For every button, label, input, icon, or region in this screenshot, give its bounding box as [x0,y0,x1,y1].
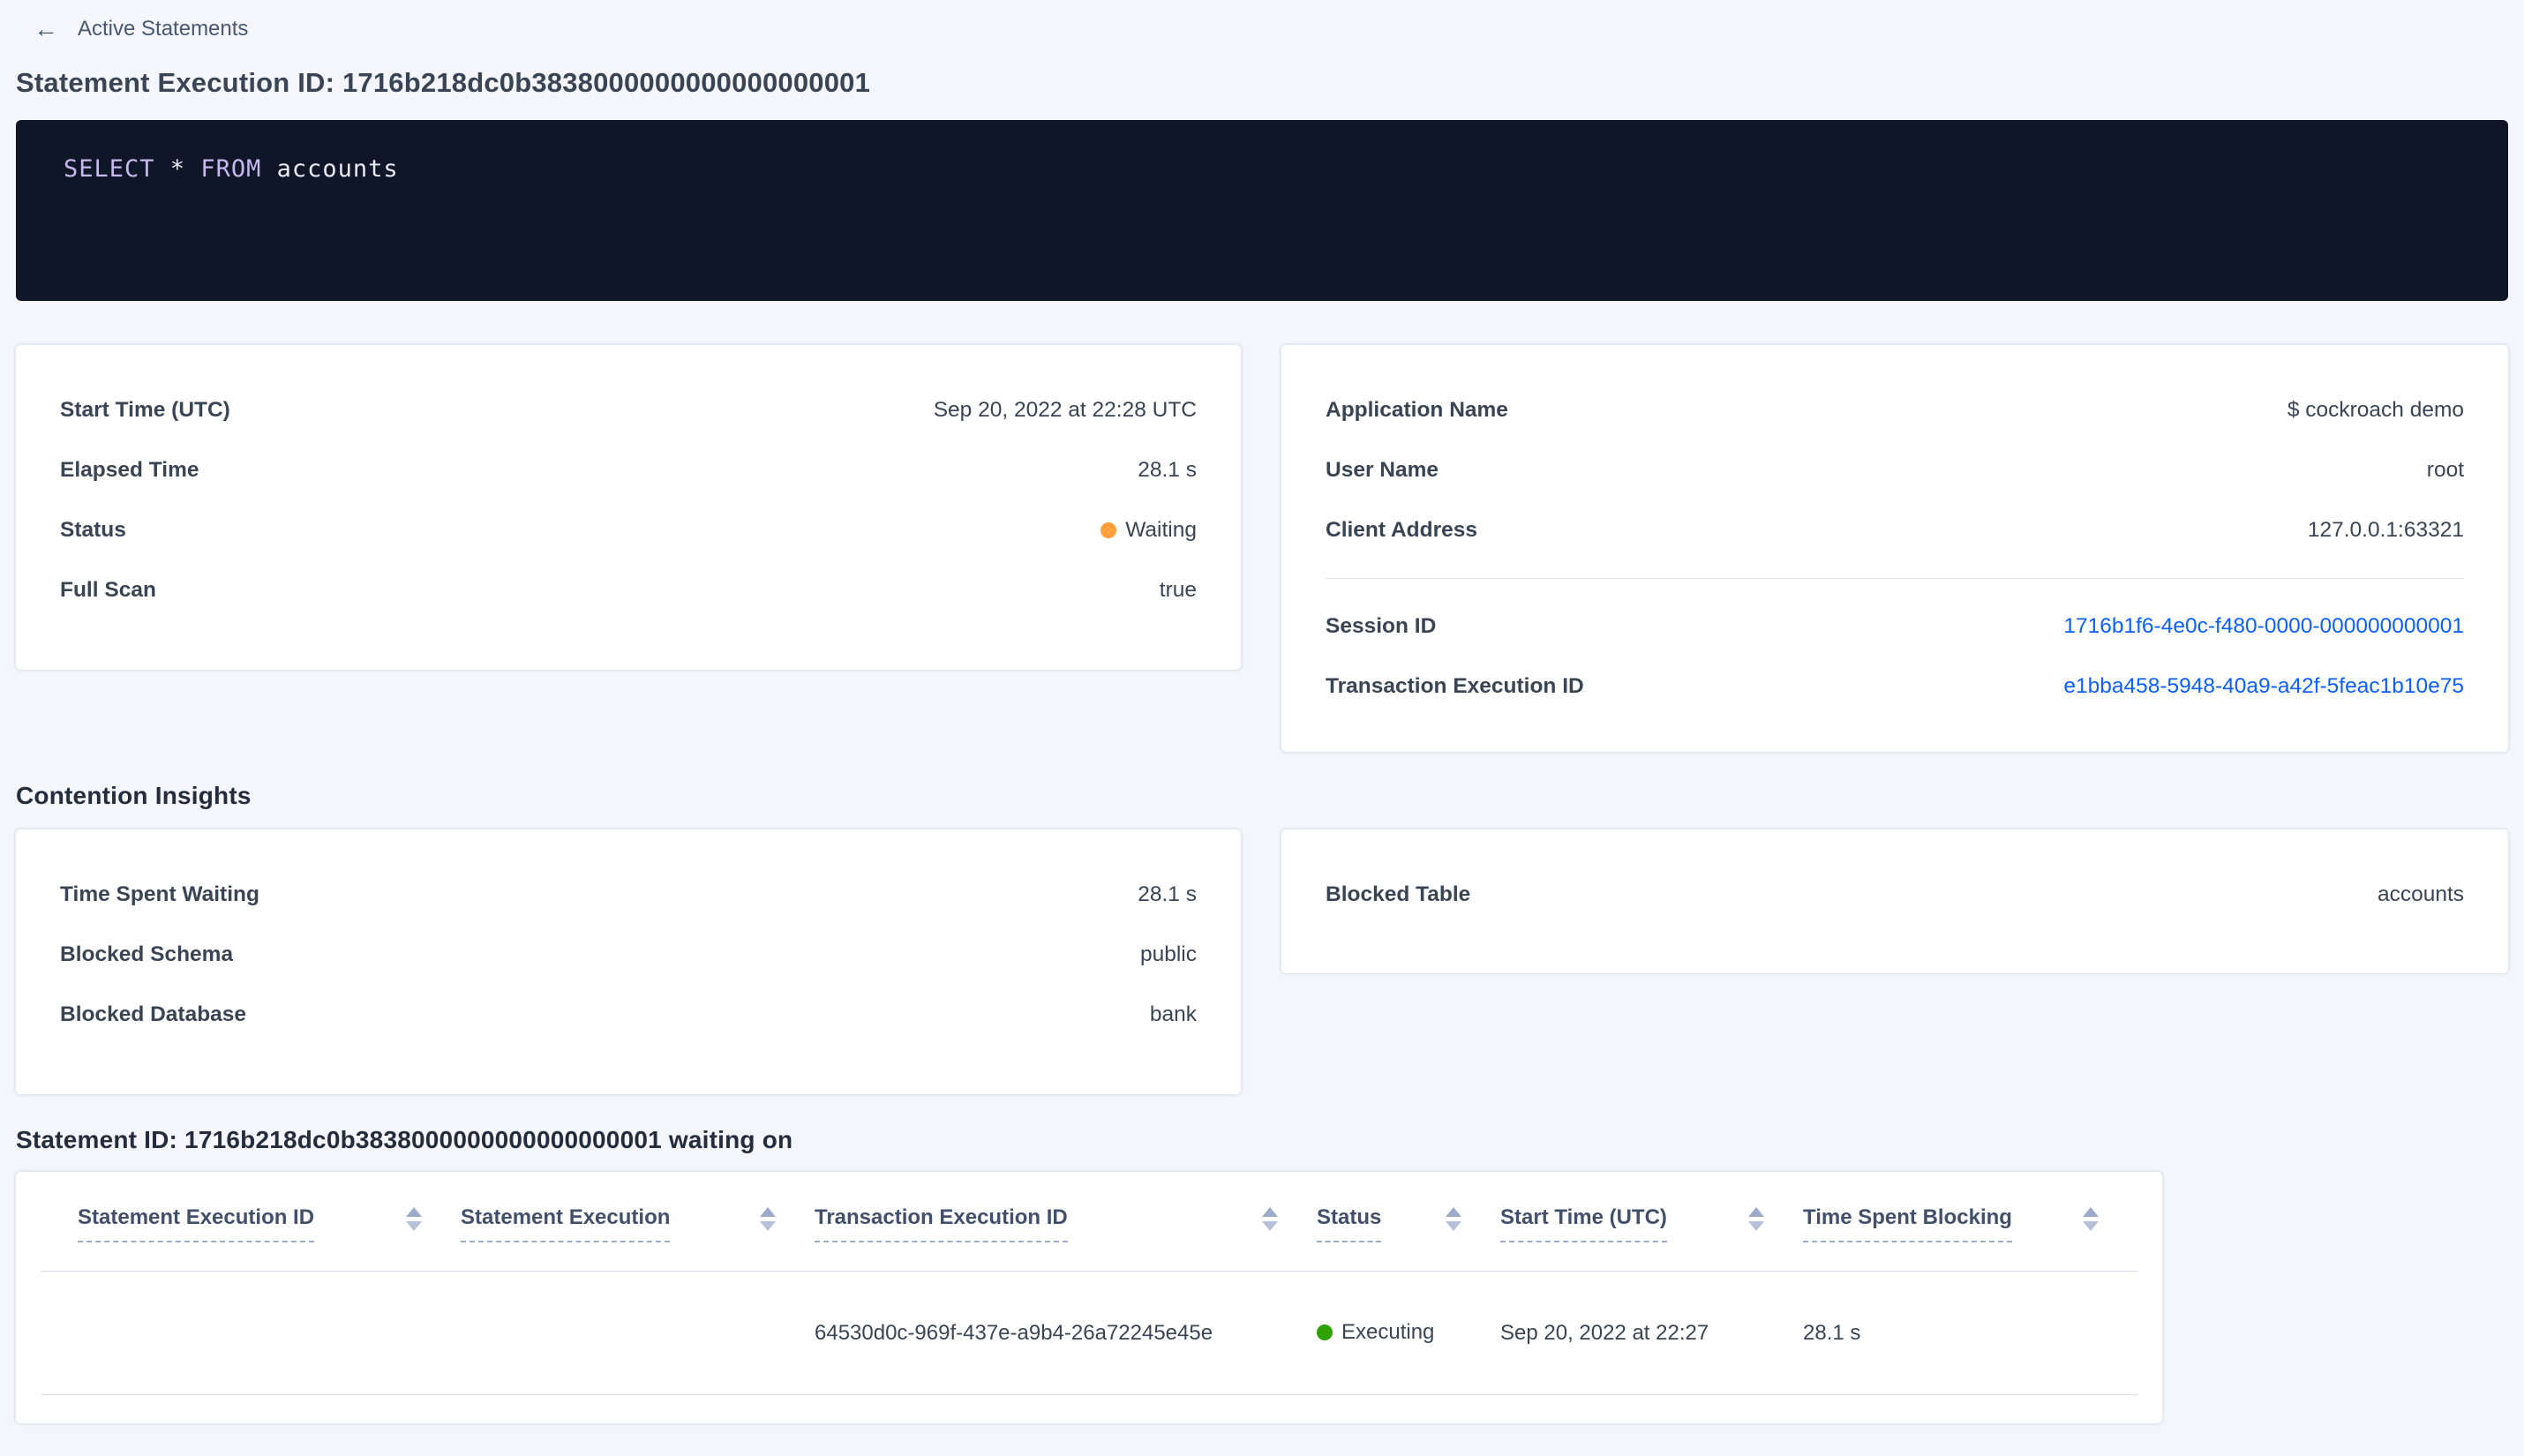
session-details-card: Application Name $ cockroach demo User N… [1281,345,2508,752]
overview-cards-row: Start Time (UTC) Sep 20, 2022 at 22:28 U… [16,345,2508,752]
user-name-value: root [2426,458,2464,482]
info-row-application-name: Application Name $ cockroach demo [1326,380,2464,440]
contention-insights-heading: Contention Insights [16,782,252,809]
info-row-elapsed-time: Elapsed Time 28.1 s [60,440,1197,500]
column-header-transaction-execution-id[interactable]: Transaction Execution ID [815,1205,1317,1271]
cell-status-value: Executing [1341,1319,1435,1344]
card-divider [1326,578,2464,579]
session-id-label: Session ID [1326,614,1437,638]
column-header-label[interactable]: Start Time (UTC) [1500,1205,1667,1242]
blocked-table-value: accounts [2377,882,2464,906]
sql-keyword-select: SELECT [64,155,155,183]
info-row-time-spent-waiting: Time Spent Waiting 28.1 s [60,865,1197,925]
application-name-value: $ cockroach demo [2287,398,2464,422]
status-value: Waiting [1125,518,1197,542]
cell-status: Executing [1317,1320,1500,1347]
info-row-full-scan: Full Scan true [60,560,1197,620]
column-header-start-time[interactable]: Start Time (UTC) [1500,1205,1803,1271]
sql-statement-box: SELECT * FROM accounts [16,120,2508,301]
client-address-label: Client Address [1326,518,1477,542]
transaction-execution-id-link[interactable]: e1bba458-5948-40a9-a42f-5feac1b10e75 [2063,674,2464,699]
page: Active Statements Statement Execution ID… [0,0,2524,1456]
column-header-label[interactable]: Status [1317,1205,1382,1242]
blocked-table-card: Blocked Table accounts [1281,829,2508,973]
execution-details-card: Start Time (UTC) Sep 20, 2022 at 22:28 U… [16,345,1241,670]
cell-transaction-execution-id: 64530d0c-969f-437e-a9b4-26a72245e45e [815,1320,1213,1345]
info-row-blocked-schema: Blocked Schema public [60,925,1197,985]
start-time-label: Start Time (UTC) [60,398,230,422]
blocked-database-label: Blocked Database [60,1002,247,1026]
sql-table-name: accounts [261,155,399,183]
sort-arrows-icon[interactable] [760,1207,776,1231]
transaction-execution-id-label: Transaction Execution ID [1326,674,1584,698]
blocked-schema-value: public [1139,942,1197,966]
info-row-blocked-database: Blocked Database bank [60,985,1197,1045]
column-header-statement-execution[interactable]: Statement Execution [461,1205,815,1271]
breadcrumb-label[interactable]: Active Statements [78,17,248,41]
info-row-start-time: Start Time (UTC) Sep 20, 2022 at 22:28 U… [60,380,1197,440]
start-time-value: Sep 20, 2022 at 22:28 UTC [933,398,1197,422]
column-header-statement-execution-id[interactable]: Statement Execution ID [78,1205,461,1271]
time-spent-waiting-value: 28.1 s [1138,882,1197,906]
cell-time-spent-blocking: 28.1 s [1803,1320,1861,1345]
table-row: 64530d0c-969f-437e-a9b4-26a72245e45e Exe… [41,1272,2137,1395]
column-header-label[interactable]: Transaction Execution ID [815,1205,1068,1242]
blocked-schema-label: Blocked Schema [60,942,234,966]
sql-keyword-from: FROM [200,155,262,183]
contention-cards-row: Time Spent Waiting 28.1 s Blocked Schema… [16,829,2508,1094]
application-name-label: Application Name [1326,398,1508,422]
blocked-table-label: Blocked Table [1326,882,1471,906]
arrow-left-icon[interactable] [34,17,58,41]
waiting-status-dot-icon [1100,522,1117,538]
blocked-database-value: bank [1149,1002,1197,1026]
elapsed-time-label: Elapsed Time [60,458,199,482]
page-title: Statement Execution ID: 1716b218dc0b3838… [16,67,871,98]
info-row-session-id: Session ID 1716b1f6-4e0c-f480-0000-00000… [1326,597,2464,657]
full-scan-value: true [1159,578,1197,602]
status-label: Status [60,518,126,542]
column-header-label[interactable]: Statement Execution [461,1205,671,1242]
info-row-transaction-execution-id: Transaction Execution ID e1bba458-5948-4… [1326,657,2464,717]
column-header-status[interactable]: Status [1317,1205,1500,1271]
breadcrumb[interactable]: Active Statements [34,12,248,46]
sort-arrows-icon[interactable] [2083,1207,2099,1231]
info-row-user-name: User Name root [1326,440,2464,500]
client-address-value: 127.0.0.1:63321 [2307,518,2464,542]
info-row-status: Status Waiting [60,500,1197,560]
waiting-on-heading: Statement ID: 1716b218dc0b38380000000000… [16,1126,793,1153]
contention-details-card: Time Spent Waiting 28.1 s Blocked Schema… [16,829,1241,1094]
status-badge: Waiting [1100,518,1197,543]
time-spent-waiting-label: Time Spent Waiting [60,882,259,906]
full-scan-label: Full Scan [60,578,156,602]
sql-star: * [154,155,201,183]
elapsed-time-value: 28.1 s [1138,458,1197,482]
cell-start-time: Sep 20, 2022 at 22:27 [1500,1320,1709,1345]
sort-arrows-icon[interactable] [406,1207,422,1231]
sort-arrows-icon[interactable] [1262,1207,1278,1231]
table-header-row: Statement Execution ID Statement Executi… [41,1172,2137,1272]
executing-status-dot-icon [1317,1324,1333,1340]
sort-arrows-icon[interactable] [1446,1207,1461,1231]
column-header-label[interactable]: Time Spent Blocking [1803,1205,2012,1242]
user-name-label: User Name [1326,458,1439,482]
info-row-blocked-table: Blocked Table accounts [1326,865,2464,925]
session-id-link[interactable]: 1716b1f6-4e0c-f480-0000-000000000001 [2063,614,2464,639]
sort-arrows-icon[interactable] [1748,1207,1764,1231]
column-header-label[interactable]: Statement Execution ID [78,1205,315,1242]
column-header-time-spent-blocking[interactable]: Time Spent Blocking [1803,1205,2137,1271]
waiting-statements-table-card: Statement Execution ID Statement Executi… [16,1172,2162,1423]
info-row-client-address: Client Address 127.0.0.1:63321 [1326,500,2464,560]
